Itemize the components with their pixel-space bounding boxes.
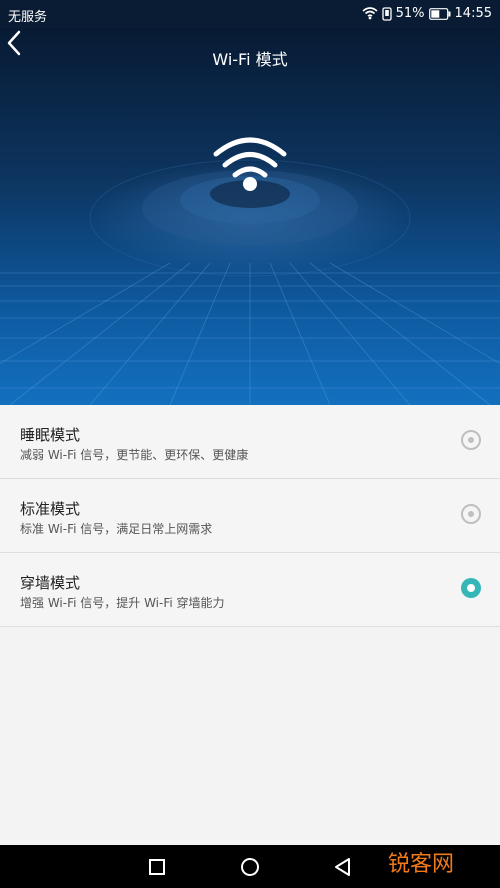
battery-percent: 51% bbox=[395, 6, 425, 21]
triangle-back-icon[interactable] bbox=[331, 855, 355, 879]
mode-name: 睡眠模式 bbox=[20, 426, 81, 444]
battery-icon bbox=[428, 7, 451, 20]
hero-banner: Wi-Fi 模式 bbox=[0, 28, 500, 405]
mode-description: 标准 Wi-Fi 信号，满足日常上网需求 bbox=[20, 522, 213, 536]
mode-description: 减弱 Wi-Fi 信号，更节能、更环保、更健康 bbox=[20, 448, 249, 462]
status-bar: 无服务 51% 14:55 bbox=[0, 0, 500, 28]
wifi-status-icon bbox=[362, 7, 378, 20]
radio-button-selected[interactable] bbox=[461, 578, 481, 598]
mode-list: 睡眠模式 减弱 Wi-Fi 信号，更节能、更环保、更健康 标准模式 标准 Wi-… bbox=[0, 405, 500, 627]
mode-description: 增强 Wi-Fi 信号，提升 Wi-Fi 穿墙能力 bbox=[20, 596, 225, 610]
mode-item-sleep[interactable]: 睡眠模式 减弱 Wi-Fi 信号，更节能、更环保、更健康 bbox=[0, 405, 500, 479]
mode-item-through-wall[interactable]: 穿墙模式 增强 Wi-Fi 信号，提升 Wi-Fi 穿墙能力 bbox=[0, 553, 500, 627]
mode-item-standard[interactable]: 标准模式 标准 Wi-Fi 信号，满足日常上网需求 bbox=[0, 479, 500, 553]
radio-button[interactable] bbox=[461, 430, 481, 450]
phone-status-icon bbox=[381, 6, 392, 21]
status-right: 51% 14:55 bbox=[362, 6, 492, 21]
circle-icon[interactable] bbox=[238, 855, 262, 879]
radio-button[interactable] bbox=[461, 504, 481, 524]
watermark-logo: 锐客网 bbox=[387, 852, 454, 877]
mode-name: 穿墙模式 bbox=[20, 574, 81, 592]
page-title: Wi-Fi 模式 bbox=[212, 50, 288, 69]
clock: 14:55 bbox=[454, 6, 492, 21]
hero-graphic bbox=[0, 137, 500, 405]
carrier-label: 无服务 bbox=[8, 10, 48, 25]
mode-name: 标准模式 bbox=[20, 500, 81, 518]
square-icon[interactable] bbox=[145, 855, 169, 879]
